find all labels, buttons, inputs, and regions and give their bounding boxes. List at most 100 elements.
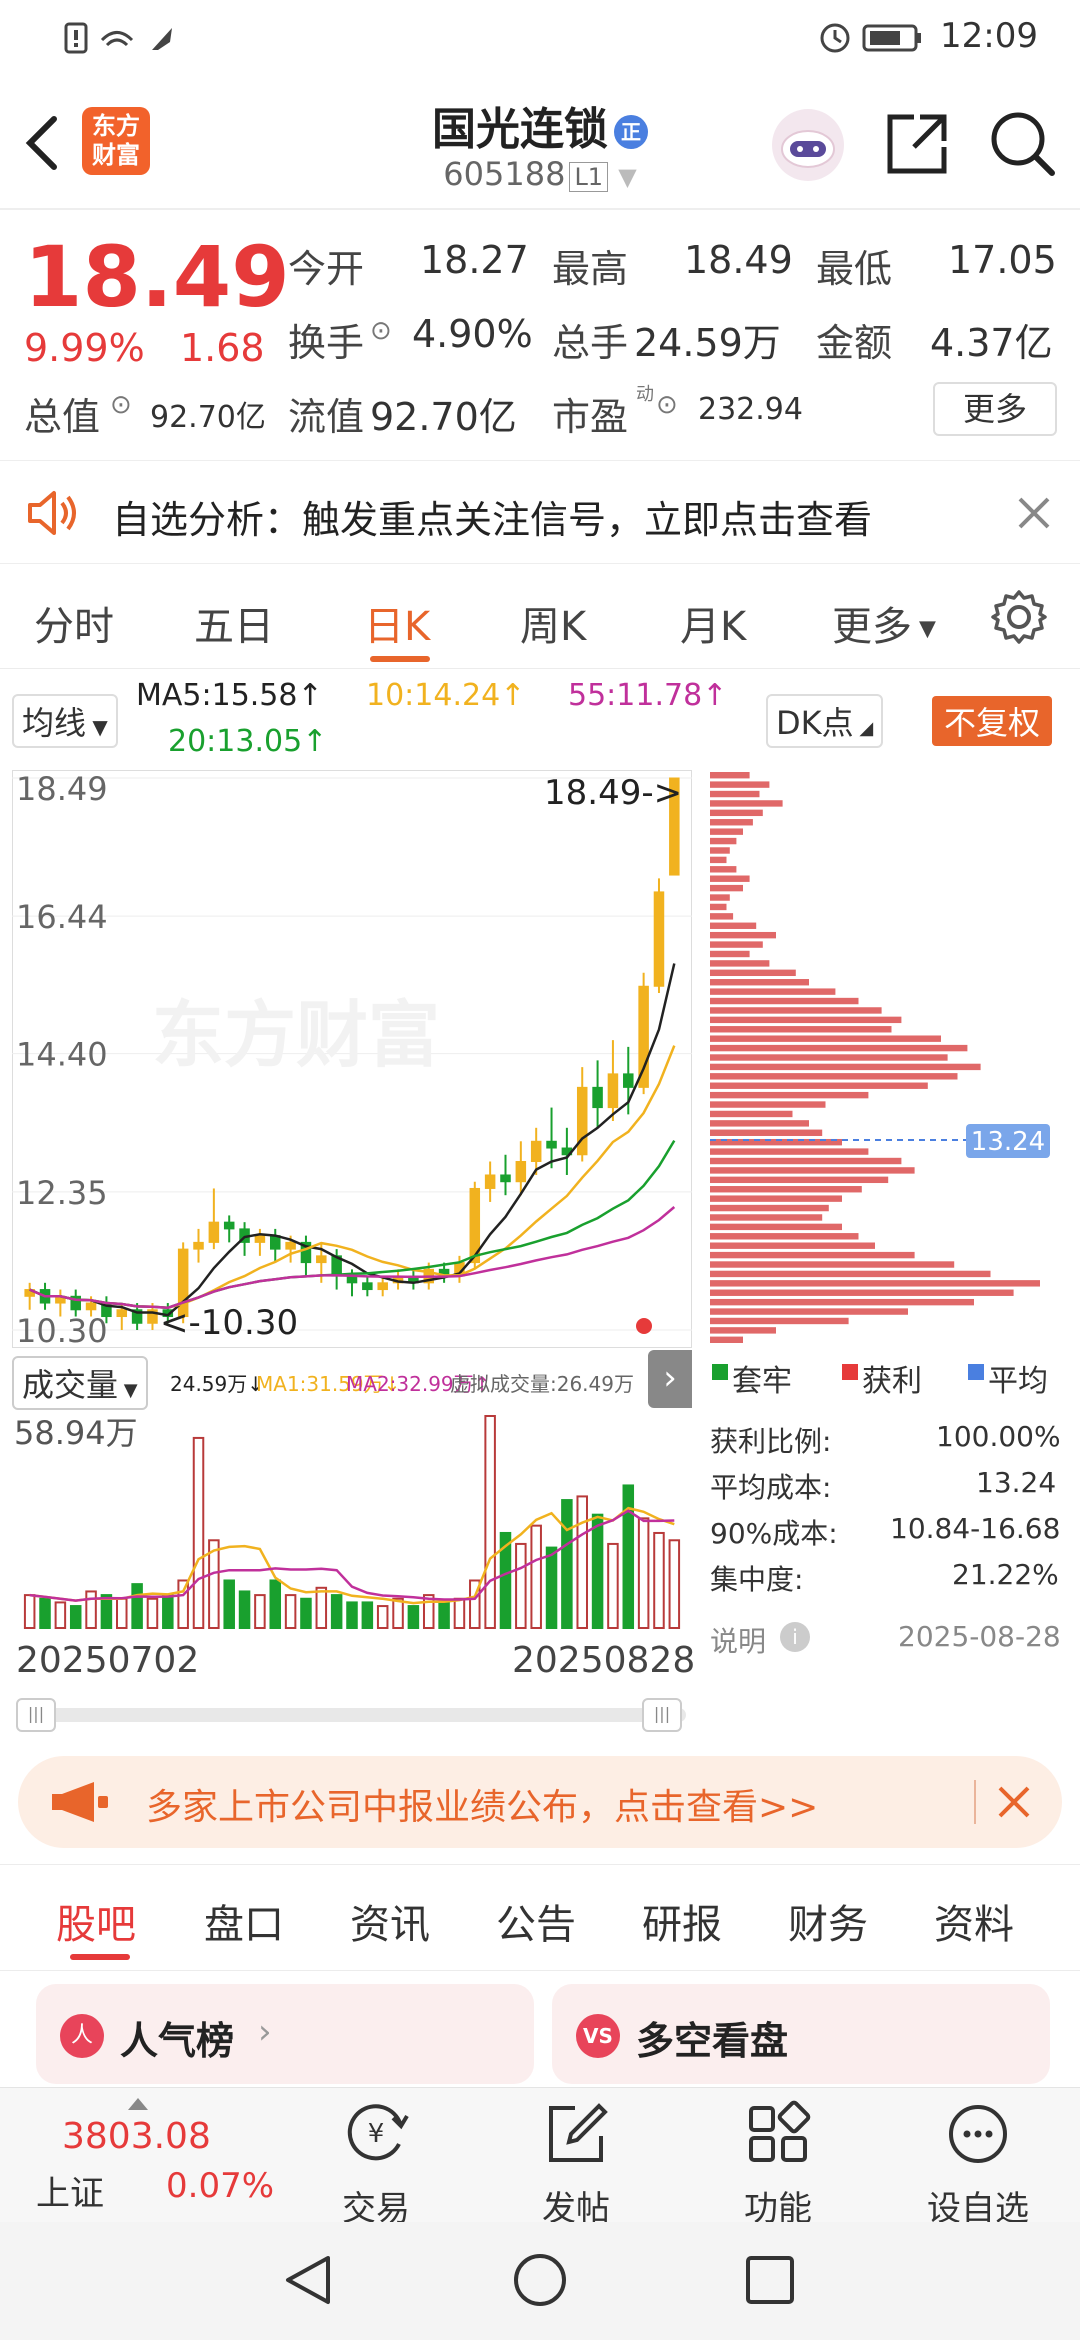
chip-bar bbox=[710, 903, 727, 911]
tab-weekly-k[interactable]: 周K bbox=[520, 594, 586, 652]
chip-bar bbox=[710, 1223, 842, 1231]
info-icon[interactable]: ⊙ bbox=[370, 316, 392, 346]
share-icon[interactable] bbox=[884, 111, 950, 177]
range-slider[interactable]: ||| ||| bbox=[16, 1698, 686, 1732]
chip-bar bbox=[710, 1073, 958, 1080]
nav-post[interactable]: 发帖 bbox=[506, 2096, 646, 2230]
info-icon[interactable]: ⊙ bbox=[656, 390, 678, 420]
tab-five-day[interactable]: 五日 bbox=[194, 594, 274, 652]
tab-news[interactable]: 资讯 bbox=[350, 1892, 430, 1950]
longshort-card[interactable]: VS 多空看盘 bbox=[552, 1984, 1050, 2084]
edit-icon bbox=[549, 2103, 608, 2162]
index-change[interactable]: 0.07% bbox=[166, 2166, 274, 2206]
search-icon[interactable] bbox=[988, 109, 1058, 179]
home-circle-icon[interactable] bbox=[512, 2252, 568, 2308]
candle-body bbox=[362, 1282, 373, 1291]
range-handle-right[interactable]: ||| bbox=[642, 1698, 682, 1732]
settings-gear-icon[interactable] bbox=[990, 588, 1048, 646]
chip-bar bbox=[710, 809, 763, 817]
fuquan-button[interactable]: 不复权 bbox=[932, 696, 1053, 746]
info-icon[interactable]: i bbox=[780, 1622, 810, 1652]
notice-bar[interactable]: 自选分析：触发重点关注信号，立即点击查看 bbox=[0, 460, 1080, 564]
tab-finance[interactable]: 财务 bbox=[788, 1892, 868, 1950]
tab-announcement[interactable]: 公告 bbox=[496, 1892, 576, 1950]
stat-value: 13.24 bbox=[976, 1466, 1057, 1499]
candle-body bbox=[653, 891, 665, 987]
promo-banner[interactable]: 多家上市公司中报业绩公布，点击查看>> bbox=[18, 1756, 1062, 1848]
more-button[interactable]: 更多 bbox=[933, 382, 1057, 436]
nav-add-watchlist[interactable]: 设自选 bbox=[908, 2096, 1048, 2230]
pe-sup: 动 bbox=[636, 384, 654, 405]
level-badge: L1 bbox=[569, 162, 609, 192]
close-icon[interactable] bbox=[996, 1784, 1032, 1820]
volume-bar bbox=[85, 1590, 97, 1629]
back-triangle-icon[interactable] bbox=[282, 2252, 334, 2308]
volume-selector[interactable]: 成交量 ▼ bbox=[12, 1356, 148, 1410]
divider bbox=[974, 1780, 976, 1824]
tab-underline bbox=[70, 1954, 130, 1960]
stock-name: 国光连锁 bbox=[432, 104, 608, 155]
volume-bar bbox=[162, 1594, 174, 1630]
chip-bar bbox=[710, 1214, 823, 1221]
index-value[interactable]: 3803.08 bbox=[62, 2116, 211, 2157]
amount-label: 金额 bbox=[816, 321, 893, 365]
chip-bar bbox=[710, 781, 770, 788]
expand-arrow-icon[interactable]: › bbox=[648, 1350, 692, 1408]
change-value: 1.68 bbox=[180, 326, 265, 370]
close-icon[interactable] bbox=[1016, 495, 1052, 531]
chip-distribution-chart[interactable]: 13.24 bbox=[710, 770, 1050, 1348]
candle-body bbox=[484, 1174, 496, 1189]
tab-pankou[interactable]: 盘口 bbox=[204, 1892, 284, 1950]
change-pct: 9.99% bbox=[24, 326, 145, 370]
candle-body bbox=[254, 1235, 266, 1243]
tab-more[interactable]: 更多 ▼ bbox=[832, 594, 936, 652]
nav-trade[interactable]: ¥ 交易 bbox=[306, 2096, 446, 2230]
mktcap-value: 92.70亿 bbox=[150, 400, 266, 435]
tab-daily-k[interactable]: 日K bbox=[364, 594, 430, 652]
popularity-card[interactable]: 人 人气榜 › bbox=[36, 1984, 534, 2084]
chip-bar bbox=[710, 960, 770, 967]
chip-bar bbox=[710, 1280, 1040, 1287]
index-name[interactable]: 上证 bbox=[36, 2166, 104, 2215]
info-icon[interactable]: ⊙ bbox=[110, 390, 132, 420]
ma5-value: MA5:15.58↑ bbox=[136, 678, 323, 713]
turnover-value: 4.90% bbox=[412, 312, 533, 356]
ma-selector[interactable]: 均线 ▼ bbox=[12, 694, 118, 748]
dk-point-selector[interactable]: DK点 ◢ bbox=[766, 694, 884, 748]
stat-value: 10.84-16.68 bbox=[890, 1512, 1061, 1545]
chip-bar bbox=[710, 1204, 829, 1212]
candle-body bbox=[116, 1309, 128, 1318]
chip-bar bbox=[710, 979, 809, 986]
vs-icon: VS bbox=[576, 2014, 620, 2058]
candlestick-chart[interactable]: 东方财富 18.49 16.44 14.40 12.35 10.30 18.49-> <… bbox=[12, 770, 692, 1348]
min-price-label: <-10.30 bbox=[160, 1303, 298, 1343]
y-tick-label: 16.44 bbox=[16, 898, 108, 936]
pe-label: 市盈 bbox=[552, 395, 629, 439]
tab-guba[interactable]: 股吧 bbox=[56, 1892, 136, 1950]
volume-bar bbox=[223, 1579, 235, 1629]
volume-bar bbox=[192, 1436, 205, 1630]
triangle-up-icon bbox=[128, 2098, 148, 2110]
tab-research[interactable]: 研报 bbox=[642, 1892, 722, 1950]
chip-bar bbox=[710, 1016, 902, 1024]
nav-functions[interactable]: 功能 bbox=[708, 2096, 848, 2230]
note-label[interactable]: 说明 bbox=[710, 1620, 766, 1660]
chip-bar bbox=[710, 1101, 826, 1108]
status-icons-right bbox=[820, 23, 921, 53]
volume-bar bbox=[637, 1517, 650, 1629]
chip-bar bbox=[710, 1289, 1014, 1296]
robot-avatar-icon[interactable] bbox=[768, 105, 848, 185]
tab-monthly-k[interactable]: 月K bbox=[680, 594, 746, 652]
range-handle-left[interactable]: ||| bbox=[16, 1698, 56, 1732]
recents-square-icon[interactable] bbox=[744, 2254, 796, 2306]
candle-body bbox=[530, 1140, 542, 1163]
float-label: 流值 bbox=[288, 395, 365, 439]
volume-bar bbox=[315, 1586, 328, 1630]
chip-bar bbox=[710, 1233, 859, 1240]
tab-intraday[interactable]: 分时 bbox=[34, 594, 114, 652]
chart-bars-icon: 人 bbox=[60, 2014, 104, 2058]
clock: 12:09 bbox=[940, 16, 1038, 56]
legend-label: 获利 bbox=[862, 1364, 922, 1399]
tab-profile[interactable]: 资料 bbox=[934, 1892, 1014, 1950]
stat-label: 平均成本: bbox=[710, 1471, 832, 1504]
